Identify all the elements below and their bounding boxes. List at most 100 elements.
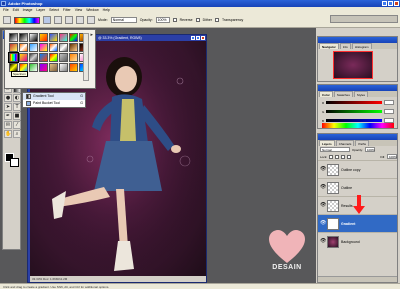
gradient-preset-swatch[interactable] bbox=[29, 53, 38, 62]
tab-color[interactable]: Color bbox=[319, 91, 333, 97]
maximize-button[interactable] bbox=[388, 1, 393, 6]
gradient-preset-swatch[interactable] bbox=[69, 53, 78, 62]
gradient-preset-swatch[interactable] bbox=[39, 63, 48, 72]
mode-select[interactable]: Normal bbox=[110, 17, 137, 23]
reflected-gradient-button[interactable] bbox=[76, 16, 84, 24]
reverse-checkbox[interactable] bbox=[172, 18, 177, 22]
red-slider[interactable] bbox=[326, 101, 382, 104]
tab-histogram[interactable]: Histogram bbox=[351, 43, 372, 49]
color-row-r: R bbox=[322, 99, 394, 106]
flyout-item-paint-bucket-tool[interactable]: Paint Bucket Tool G bbox=[23, 100, 85, 107]
type-tool-icon[interactable]: T bbox=[13, 103, 21, 111]
gradient-preset-swatch[interactable] bbox=[19, 33, 28, 42]
layer-results[interactable]: 👁 Results bbox=[318, 195, 397, 214]
angle-gradient-button[interactable] bbox=[65, 16, 73, 24]
green-slider[interactable] bbox=[326, 110, 382, 113]
background-color-swatch[interactable] bbox=[10, 158, 19, 167]
tab-navigator[interactable]: Navigator bbox=[319, 43, 339, 49]
gradient-preset-swatch[interactable] bbox=[59, 43, 68, 52]
gradient-preset-swatch[interactable] bbox=[69, 63, 78, 72]
gradient-preset-swatch[interactable] bbox=[19, 43, 28, 52]
window-controls bbox=[382, 1, 399, 6]
pen-tool-icon[interactable]: ✒ bbox=[4, 112, 12, 120]
layer-fill-field[interactable]: 100% bbox=[387, 154, 397, 159]
flyout-item-label: Gradient Tool bbox=[33, 94, 54, 98]
notes-tool-icon[interactable]: ✉ bbox=[4, 121, 12, 129]
diamond-gradient-button[interactable] bbox=[87, 16, 95, 24]
gradient-preset-swatch[interactable] bbox=[29, 63, 38, 72]
linear-gradient-button[interactable] bbox=[43, 16, 51, 24]
flyout-item-gradient-tool[interactable]: Gradient Tool G bbox=[23, 93, 85, 100]
blue-slider[interactable] bbox=[326, 119, 382, 122]
hand-tool-icon[interactable]: ✋ bbox=[4, 130, 12, 138]
layer-opacity-field[interactable]: 100% bbox=[365, 147, 376, 152]
gradient-preset-swatch[interactable] bbox=[39, 53, 48, 62]
layer-gradient[interactable]: 👁 Gradient bbox=[318, 214, 397, 232]
gradient-picker-scrollbar[interactable] bbox=[83, 33, 89, 81]
tab-styles[interactable]: Styles bbox=[353, 91, 369, 97]
gradient-preset-swatch[interactable] bbox=[69, 43, 78, 52]
layer-thumbnail bbox=[327, 235, 339, 248]
radial-gradient-button[interactable] bbox=[54, 16, 62, 24]
eye-visibility-icon[interactable]: 👁 bbox=[320, 203, 326, 208]
eye-visibility-icon[interactable]: 👁 bbox=[320, 167, 326, 172]
opacity-field[interactable]: 100% bbox=[155, 17, 170, 23]
tab-paths[interactable]: Paths bbox=[355, 140, 370, 146]
tab-swatches[interactable]: Swatches bbox=[333, 91, 353, 97]
eye-visibility-icon[interactable]: 👁 bbox=[320, 185, 326, 190]
green-value-field[interactable] bbox=[384, 109, 394, 114]
lock-transparency-icon[interactable] bbox=[329, 154, 334, 159]
palette-well[interactable] bbox=[330, 15, 398, 23]
eye-visibility-icon[interactable]: 👁 bbox=[320, 221, 326, 226]
gradient-preset-swatch[interactable] bbox=[59, 53, 68, 62]
gradient-preset-swatch[interactable] bbox=[69, 33, 78, 42]
gradient-preset-swatch[interactable] bbox=[9, 43, 18, 52]
gradient-preset-swatch[interactable] bbox=[49, 43, 58, 52]
gradient-preset-swatch[interactable] bbox=[39, 43, 48, 52]
gradient-preset-swatch[interactable] bbox=[49, 63, 58, 72]
layer-outline[interactable]: 👁 Outline bbox=[318, 178, 397, 196]
transparency-checkbox[interactable] bbox=[214, 18, 219, 22]
gradient-preset-swatch[interactable] bbox=[59, 33, 68, 42]
dither-checkbox[interactable] bbox=[195, 18, 200, 22]
zoom-tool-icon[interactable]: ⌕ bbox=[13, 130, 21, 138]
eye-visibility-icon[interactable]: 👁 bbox=[320, 239, 326, 244]
eyedropper-tool-icon[interactable]: ⁄ bbox=[13, 121, 21, 129]
dodge-tool-icon[interactable]: ◐ bbox=[13, 94, 21, 102]
gradient-picker-popup: Spectrum ▸ bbox=[4, 29, 96, 89]
gradient-preset-swatch[interactable] bbox=[49, 33, 58, 42]
document-close-button[interactable] bbox=[201, 36, 205, 40]
gradient-preset-swatch[interactable] bbox=[29, 33, 38, 42]
layer-background[interactable]: 👁 Background bbox=[318, 232, 397, 250]
blur-tool-icon[interactable]: ● bbox=[4, 94, 12, 102]
tab-channels[interactable]: Channels bbox=[335, 140, 355, 146]
gradient-preview-swatch[interactable] bbox=[14, 16, 40, 24]
path-selection-tool-icon[interactable]: ➤ bbox=[4, 103, 12, 111]
gradient-preset-swatch[interactable] bbox=[9, 33, 18, 42]
shape-tool-icon[interactable]: ■ bbox=[13, 112, 21, 120]
document-maximize-button[interactable] bbox=[196, 36, 200, 40]
minimize-button[interactable] bbox=[382, 1, 387, 6]
color-swatches[interactable] bbox=[5, 153, 19, 167]
lock-position-icon[interactable] bbox=[341, 154, 346, 159]
picker-menu-arrow-icon[interactable]: ▸ bbox=[90, 32, 93, 38]
color-spectrum-ramp[interactable] bbox=[322, 123, 394, 128]
layer-outline-copy[interactable]: 👁 Outline copy bbox=[318, 160, 397, 178]
gradient-preset-swatch[interactable] bbox=[39, 33, 48, 42]
flyout-item-label: Paint Bucket Tool bbox=[33, 101, 60, 105]
gradient-preset-swatch[interactable] bbox=[29, 43, 38, 52]
gradient-preset-swatch[interactable] bbox=[49, 53, 58, 62]
document-minimize-button[interactable] bbox=[191, 36, 195, 40]
close-button[interactable] bbox=[394, 1, 399, 6]
tool-preset-button[interactable] bbox=[3, 16, 11, 24]
gradient-preset-swatch[interactable] bbox=[19, 53, 28, 62]
navigator-thumbnail[interactable] bbox=[333, 51, 373, 79]
tab-layers[interactable]: Layers bbox=[319, 140, 335, 146]
lock-image-icon[interactable] bbox=[335, 154, 340, 159]
blend-mode-select[interactable]: Normal bbox=[320, 147, 350, 152]
tab-info[interactable]: Info bbox=[339, 43, 351, 49]
gradient-preset-swatch[interactable] bbox=[59, 63, 68, 72]
red-value-field[interactable] bbox=[384, 100, 394, 105]
lock-all-icon[interactable] bbox=[347, 154, 352, 159]
gradient-preset-swatch[interactable] bbox=[8, 52, 19, 63]
